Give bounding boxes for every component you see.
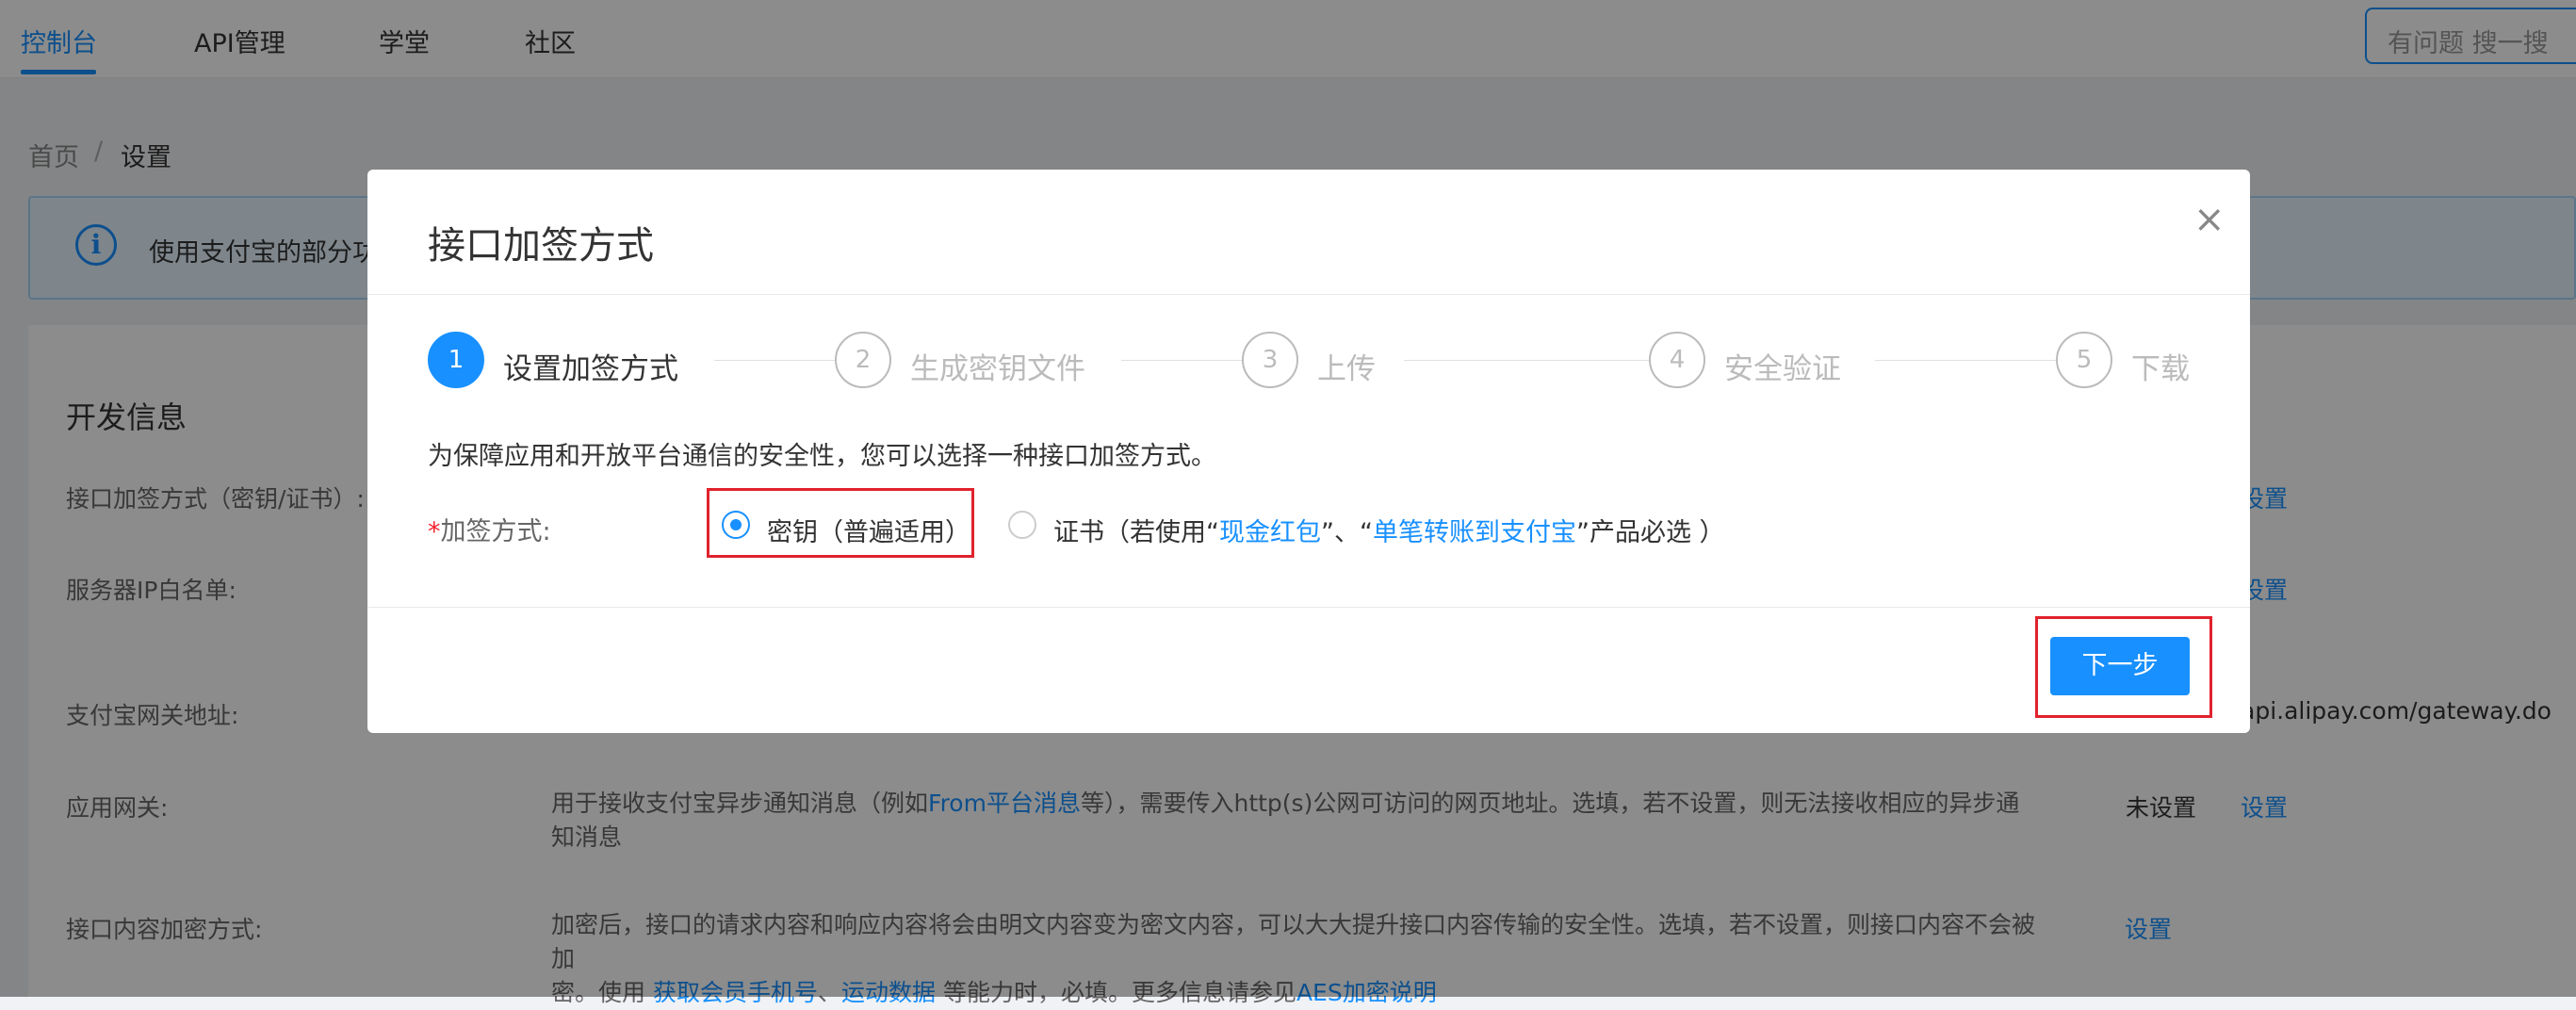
step-4-circle: 4 [1649, 332, 1705, 388]
step-3-circle: 3 [1242, 332, 1298, 388]
cert-option-text-pre: 证书（若使用“ [1053, 518, 1219, 547]
step-connector [1875, 360, 2058, 361]
cash-red-packet-link[interactable]: 现金红包 [1219, 518, 1321, 547]
required-mark: * [428, 517, 441, 546]
modal-title: 接口加签方式 [428, 224, 654, 268]
step-5-label: 下载 [2131, 352, 2190, 386]
step-3-label: 上传 [1317, 352, 1376, 386]
step-5-circle: 5 [2056, 332, 2112, 388]
modal-header-divider [367, 294, 2250, 295]
step-1-circle: 1 [428, 332, 484, 388]
signing-method-label: *加签方式: [428, 511, 551, 547]
step-connector [1404, 360, 1651, 361]
modal-description: 为保障应用和开放平台通信的安全性，您可以选择一种接口加签方式。 [428, 442, 1216, 471]
single-transfer-link[interactable]: 单笔转账到支付宝 [1373, 518, 1576, 547]
radio-cert-option[interactable] [1008, 511, 1036, 539]
step-2-label: 生成密钥文件 [910, 352, 1085, 386]
close-icon[interactable]: × [2193, 198, 2225, 241]
signing-method-label-text: 加签方式: [440, 517, 551, 546]
next-step-button[interactable]: 下一步 [2050, 637, 2190, 695]
radio-key-option[interactable] [722, 511, 750, 539]
cert-option-text-sep: ”、“ [1321, 518, 1373, 547]
step-connector [1121, 360, 1244, 361]
step-4-label: 安全验证 [1724, 352, 1841, 386]
key-option-label[interactable]: 密钥（普遍适用） [767, 512, 970, 548]
cert-option-text-post: ”产品必选 ） [1575, 518, 1725, 547]
step-2-circle: 2 [835, 332, 891, 388]
modal-footer-divider [367, 607, 2250, 608]
step-connector [714, 360, 837, 361]
cert-option-label[interactable]: 证书（若使用“现金红包”、“单笔转账到支付宝”产品必选 ） [1053, 512, 1725, 548]
step-1-label: 设置加签方式 [503, 352, 678, 386]
signing-method-modal: 接口加签方式 × 1 设置加签方式 2 生成密钥文件 3 上传 4 安全验证 5… [367, 170, 2250, 733]
